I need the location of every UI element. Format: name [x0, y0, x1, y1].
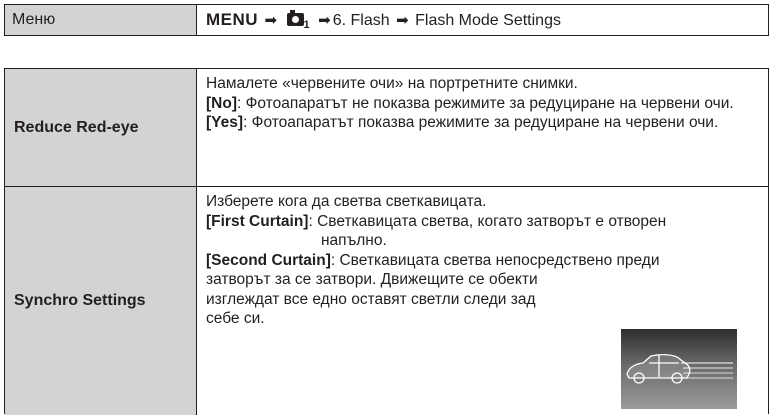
motion-car-illustration	[621, 329, 737, 409]
description-line: Изберете кога да светва светкавицата.	[206, 193, 487, 210]
menu-path: MENU ➡ 1 ➡ 6. Flash ➡ Flash Mode Settings	[197, 5, 768, 35]
description-line: себе си.	[206, 310, 265, 327]
camera-menu-icon	[286, 10, 304, 26]
arrow-right-icon: ➡	[396, 12, 409, 29]
description-line: затворът за се затвори. Движещите се обе…	[206, 271, 538, 288]
car-light-trails-icon	[626, 353, 733, 384]
arrow-right-icon: ➡	[264, 12, 278, 29]
description-line: [Second Curtain]: Светкавицата светва не…	[206, 251, 660, 269]
setting-description: Намалете «червените очи» на портретните …	[197, 69, 768, 186]
description-line: напълно.	[321, 232, 387, 249]
arrow-right-icon: ➡	[318, 12, 331, 29]
setting-name: Reduce Red-eye	[5, 69, 197, 186]
menu-key: MENU	[206, 10, 259, 29]
table-row: Synchro Settings Изберете кога да светва…	[5, 187, 768, 415]
description-line: изглеждат все едно оставят светли следи …	[206, 290, 536, 308]
setting-name: Synchro Settings	[5, 187, 197, 415]
menu-label: Меню	[5, 5, 197, 35]
menu-path-item: Flash Mode Settings	[415, 12, 561, 29]
settings-table: Reduce Red-eye Намалете «червените очи» …	[4, 68, 769, 415]
camera-menu-number: 1	[303, 19, 310, 31]
description-line: Намалете «червените очи» на портретните …	[206, 75, 578, 92]
description-line: [No]: Фотоапаратът не показва режимите з…	[206, 94, 734, 112]
description-line: [First Curtain]: Светкавицата светва, ко…	[206, 212, 667, 230]
menu-path-table: Меню MENU ➡ 1 ➡ 6. Flash ➡ Flash Mode Set…	[4, 4, 769, 36]
setting-description: Изберете кога да светва светкавицата. [F…	[197, 187, 768, 415]
table-row: Reduce Red-eye Намалете «червените очи» …	[5, 69, 768, 187]
menu-path-section: 6. Flash	[332, 12, 390, 29]
description-line: [Yes]: Фотоапаратът показва режимите за …	[206, 114, 719, 131]
